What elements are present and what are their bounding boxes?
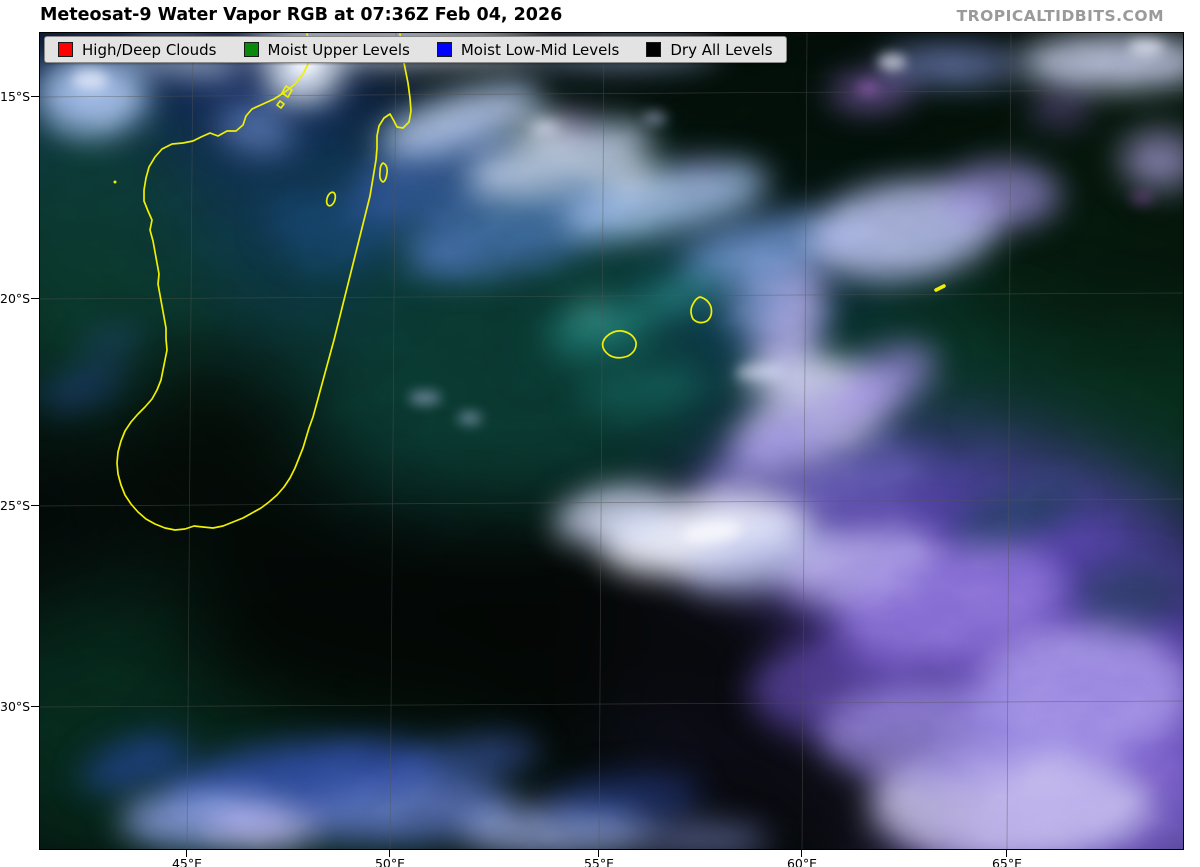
color-legend: High/Deep Clouds Moist Upper Levels Mois… [44, 36, 787, 63]
small-island-dot [114, 181, 117, 184]
page-title: Meteosat-9 Water Vapor RGB at 07:36Z Feb… [40, 5, 562, 25]
legend-label: High/Deep Clouds [82, 41, 217, 59]
legend-label: Moist Low-Mid Levels [461, 41, 620, 59]
lat-label: 15°S [0, 89, 28, 104]
lat-tick [31, 96, 40, 97]
legend-item: High/Deep Clouds [58, 41, 217, 59]
legend-item: Moist Upper Levels [244, 41, 410, 59]
legend-item: Moist Low-Mid Levels [437, 41, 620, 59]
lon-label: 55°E [574, 856, 624, 867]
lat-tick [31, 706, 40, 707]
lat-label: 25°S [0, 498, 28, 513]
lat-label: 20°S [0, 291, 28, 306]
legend-swatch-dry [646, 42, 661, 57]
lon-label: 60°E [777, 856, 827, 867]
weather-satellite-page: Meteosat-9 Water Vapor RGB at 07:36Z Feb… [0, 0, 1200, 867]
lon-label: 50°E [365, 856, 415, 867]
legend-swatch-high-deep-clouds [58, 42, 73, 57]
cloud-grain-texture [40, 33, 1183, 849]
legend-label: Dry All Levels [670, 41, 772, 59]
site-watermark: TROPICALTIDBITS.COM [957, 7, 1164, 25]
legend-swatch-moist-upper [244, 42, 259, 57]
lat-label: 30°S [0, 699, 28, 714]
lon-label: 65°E [982, 856, 1032, 867]
legend-label: Moist Upper Levels [268, 41, 410, 59]
satellite-map [39, 32, 1184, 850]
lat-tick [31, 298, 40, 299]
legend-item: Dry All Levels [646, 41, 772, 59]
legend-swatch-moist-low-mid [437, 42, 452, 57]
lat-tick [31, 505, 40, 506]
satellite-image-canvas [40, 33, 1183, 849]
lon-label: 45°E [162, 856, 212, 867]
